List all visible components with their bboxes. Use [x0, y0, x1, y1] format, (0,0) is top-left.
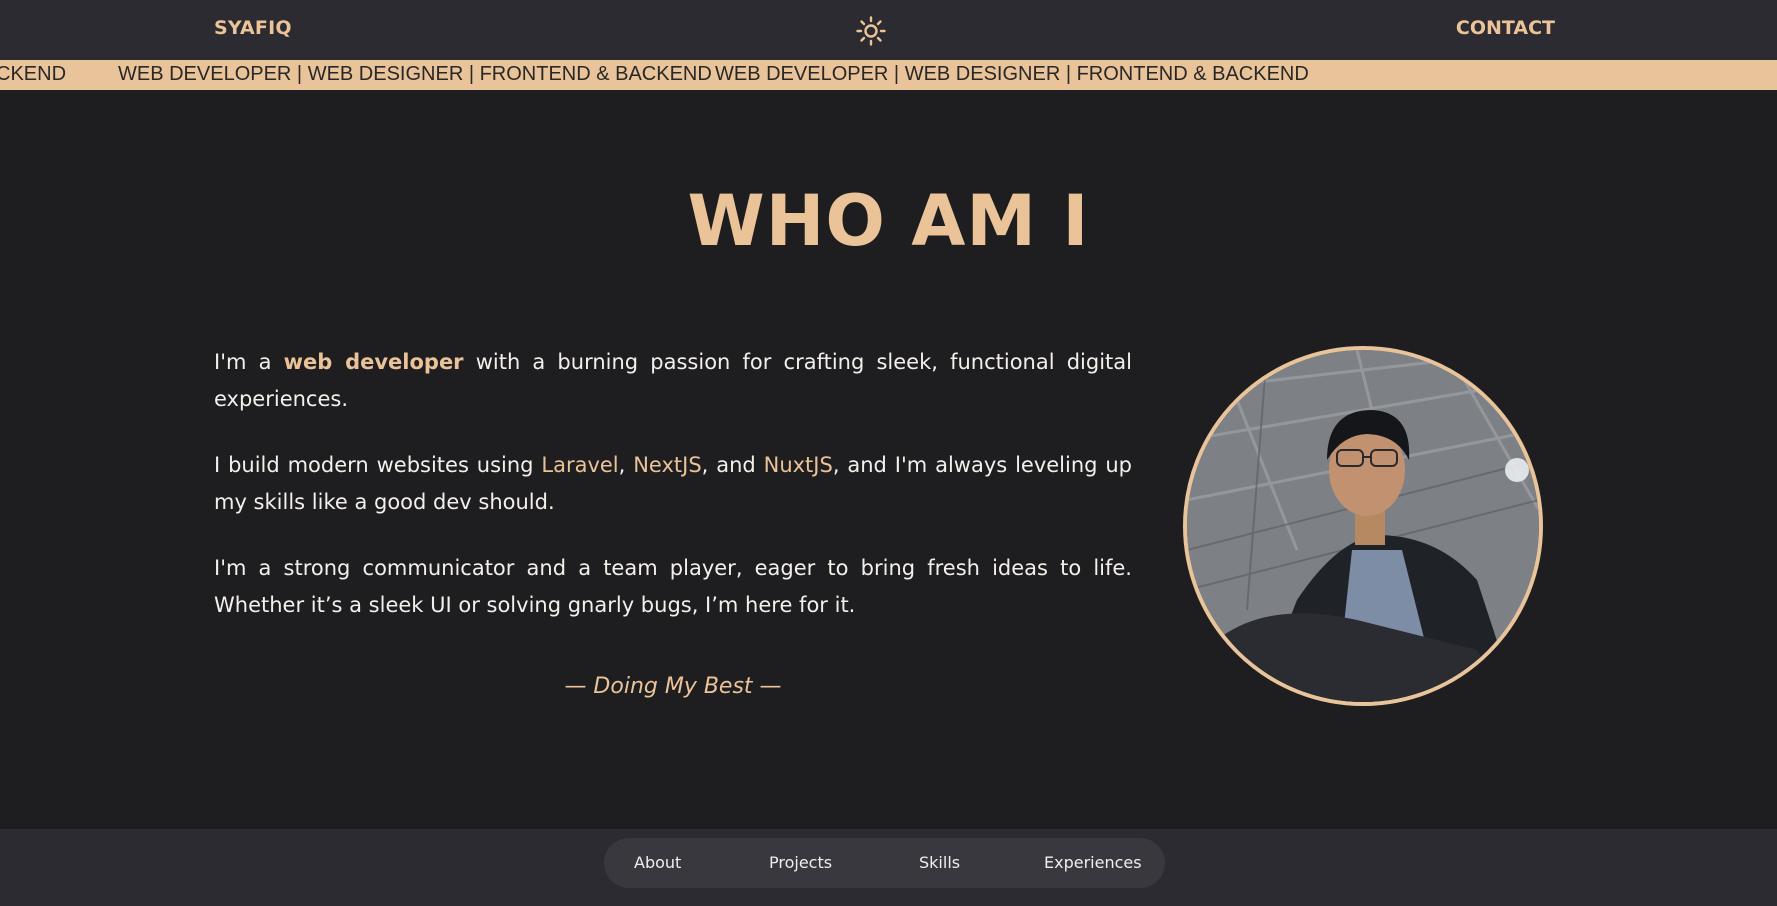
marquee-item: WEB DEVELOPER | WEB DESIGNER | FRONTEND …	[715, 63, 1309, 85]
profile-photo	[1183, 346, 1543, 706]
bio-text: I'm a	[214, 350, 284, 374]
bio-text: I build modern websites using	[214, 453, 542, 477]
nav-item-about[interactable]: About	[634, 853, 681, 872]
bio-paragraph-2: I build modern websites using Laravel, N…	[214, 447, 1132, 521]
sun-icon	[856, 16, 886, 46]
contact-link[interactable]: CONTACT	[1456, 17, 1555, 39]
tech-nuxtjs: NuxtJS	[763, 453, 833, 477]
marquee-item: CKEND	[0, 63, 67, 85]
motto-text: — Doing My Best —	[564, 674, 782, 699]
bottom-nav-pill: About Projects Skills Experiences	[604, 838, 1165, 888]
nav-item-projects[interactable]: Projects	[769, 853, 832, 872]
profile-photo-illustration	[1187, 350, 1539, 702]
bio-text: , and	[701, 453, 764, 477]
bio-text: ,	[618, 453, 634, 477]
bottom-bar: About Projects Skills Experiences	[0, 829, 1777, 906]
section-title: WHO AM I	[687, 180, 1090, 262]
highlight-role: web developer	[283, 350, 464, 374]
theme-toggle-button[interactable]	[854, 14, 888, 48]
brand-logo-link[interactable]: SYAFIQ	[214, 17, 292, 39]
top-navbar: SYAFIQ CONTACT	[0, 0, 1777, 60]
nav-item-skills[interactable]: Skills	[919, 853, 960, 872]
nav-item-experiences[interactable]: Experiences	[1044, 853, 1142, 872]
bio-paragraph-1: I'm a web developer with a burning passi…	[214, 344, 1132, 418]
marquee-item: WEB DEVELOPER | WEB DESIGNER | FRONTEND …	[118, 63, 712, 85]
bio-paragraph-3: I'm a strong communicator and a team pla…	[214, 556, 1132, 617]
tech-nextjs: NextJS	[633, 453, 702, 477]
tech-laravel: Laravel	[541, 453, 619, 477]
role-marquee-banner: CKEND WEB DEVELOPER | WEB DESIGNER | FRO…	[0, 60, 1777, 90]
bio-text-block: I'm a web developer with a burning passi…	[214, 344, 1132, 653]
